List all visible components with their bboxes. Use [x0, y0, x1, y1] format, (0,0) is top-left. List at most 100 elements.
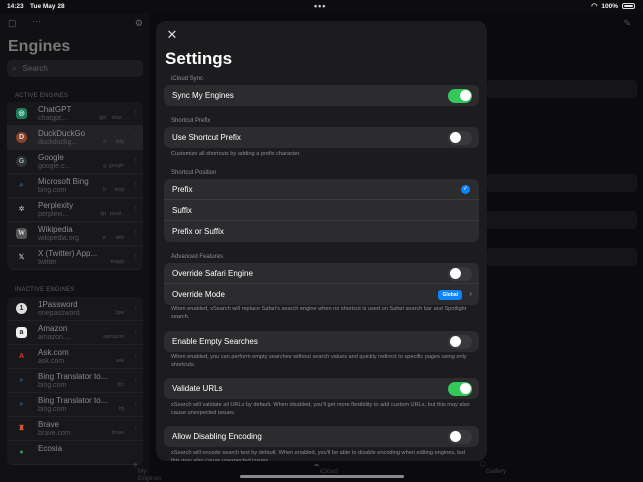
position-option-prefix[interactable]: Prefix ✓ — [164, 179, 479, 200]
wikipedia-icon: W — [16, 228, 27, 239]
more-icon[interactable]: ··· — [32, 16, 41, 26]
multitasking-dots-icon[interactable]: ••• — [314, 1, 326, 11]
empty-search-toggle[interactable] — [448, 334, 472, 349]
icloud-sync-group: Sync My Engines — [164, 85, 479, 106]
detail-row — [487, 248, 637, 266]
shortcut-prefix-group: Use Shortcut Prefix — [164, 127, 479, 148]
engine-row-ask[interactable]: A Ask.com ask.com ask › — [7, 345, 143, 369]
chevron-right-icon: › — [134, 181, 137, 188]
tab-my-engines[interactable]: ◈ My Engines — [133, 460, 162, 482]
use-shortcut-prefix-toggle[interactable] — [448, 130, 472, 145]
sync-my-engines-label: Sync My Engines — [172, 91, 234, 100]
sync-my-engines-toggle[interactable] — [448, 88, 472, 103]
engine-row-perplexity[interactable]: ✲ Perplexity perplexi... pp perpl.. › — [7, 198, 143, 222]
engine-row-brave[interactable]: ♜ Brave brave.com brave › — [7, 417, 143, 441]
override-mode-row[interactable]: Override Mode Global › — [164, 284, 479, 305]
advanced-features-header: Advanced Features — [171, 254, 224, 260]
home-indicator[interactable] — [240, 475, 404, 478]
engine-name: Ask.com — [38, 348, 69, 357]
engine-name: Amazon — [38, 324, 68, 333]
engine-url: wikipedia.org — [38, 235, 79, 242]
engine-url: bing.com — [38, 406, 67, 413]
chevron-right-icon: › — [134, 133, 137, 140]
engine-shortcut: ddg — [115, 139, 124, 145]
duckduckgo-icon: D — [16, 132, 27, 143]
page-title: Settings — [165, 49, 233, 68]
engine-shortcut: google — [108, 163, 124, 169]
engine-shortcut: bing — [114, 187, 124, 193]
engine-row-wikipedia[interactable]: W Wikipedia wikipedia.org w wiki › — [7, 222, 143, 246]
close-icon[interactable]: ✕ — [165, 28, 179, 42]
status-right: ◠ 100% — [591, 2, 635, 10]
engine-row-bing-translator-1[interactable]: ⌕ Bing Translator to... bing.com btc › — [7, 369, 143, 393]
sidebar-toggle-icon[interactable]: ▢ — [8, 18, 17, 29]
engine-shortcut: b — [103, 187, 106, 193]
translator-icon: ⌕ — [19, 377, 24, 384]
perplexity-icon: ✲ — [18, 206, 25, 213]
chevron-right-icon: › — [134, 205, 137, 212]
engine-shortcut: w — [102, 235, 106, 241]
override-safari-toggle[interactable] — [448, 266, 472, 281]
validate-urls-label: Validate URLs — [172, 384, 223, 393]
chevron-right-icon: › — [134, 328, 137, 335]
engine-name: Perplexity — [38, 201, 74, 210]
engine-row-1password[interactable]: 1 1Password onepassword 1pw › — [7, 297, 143, 321]
engine-url: ask.com — [38, 358, 65, 365]
detail-row — [487, 80, 637, 98]
engine-url: amazon.... — [38, 334, 71, 341]
validate-urls-group: Validate URLs — [164, 378, 479, 399]
position-option-suffix[interactable]: Suffix — [164, 200, 479, 221]
position-option-prefix-or-suffix[interactable]: Prefix or Suffix — [164, 221, 479, 242]
sync-my-engines-row: Sync My Engines — [164, 85, 479, 106]
status-bar: 14:23 Tue May 28 ••• ◠ 100% — [0, 0, 643, 14]
engine-url: bing.com — [38, 382, 67, 389]
engine-shortcut: perpl.. — [110, 211, 124, 217]
chevron-right-icon: › — [134, 157, 137, 164]
disable-encoding-label: Allow Disabling Encoding — [172, 432, 262, 441]
wifi-icon: ◠ — [591, 3, 598, 10]
engine-row-bing-translator-2[interactable]: ⌕ Bing Translator to... bing.com btj › — [7, 393, 143, 417]
engine-name: DuckDuckGo — [38, 129, 86, 138]
validate-urls-toggle[interactable] — [448, 381, 472, 396]
engine-row-bing[interactable]: ⌕ Microsoft Bing bing.com b bing › — [7, 174, 143, 198]
engine-row-chatgpt[interactable]: ◎ ChatGPT chatgpt... gpt char.. › — [7, 102, 143, 126]
bing-icon: ⌕ — [19, 182, 24, 189]
tab-icloud[interactable]: ☁ iCloud — [313, 460, 338, 475]
engine-row-x[interactable]: 𝕏 X (Twitter) App... twitter twapp › — [7, 246, 143, 270]
engine-shortcut: wiki — [115, 235, 124, 241]
engine-shortcut: amazon — [106, 334, 124, 340]
shortcut-position-header: Shortcut Position — [171, 170, 217, 176]
engine-name: ChatGPT — [38, 105, 72, 114]
status-time: 14:23 — [7, 3, 24, 10]
validate-urls-row: Validate URLs — [164, 378, 479, 399]
engine-url: bing.com — [38, 187, 67, 194]
chevron-right-icon: › — [134, 304, 137, 311]
validate-urls-help-text: xSearch will validate all URLs by defaul… — [171, 402, 470, 416]
empty-search-label: Enable Empty Searches — [172, 337, 258, 346]
engine-shortcut: d — [103, 139, 106, 145]
engine-url: brave.com — [38, 430, 71, 437]
empty-search-row: Enable Empty Searches — [164, 331, 479, 352]
search-placeholder: Search — [22, 64, 48, 73]
position-option-label: Suffix — [172, 206, 192, 215]
disable-encoding-toggle[interactable] — [448, 429, 472, 444]
amazon-icon: a — [16, 327, 27, 338]
battery-icon — [622, 2, 635, 10]
ask-icon: A — [18, 353, 25, 360]
battery-percent: 100% — [601, 2, 618, 10]
sidebar-title: Engines — [8, 38, 71, 55]
engine-row-amazon[interactable]: a Amazon amazon.... a amazon › — [7, 321, 143, 345]
engine-url: twitter — [38, 259, 57, 266]
engine-row-google[interactable]: G Google google.c... g google › — [7, 150, 143, 174]
checkmark-icon: ✓ — [461, 185, 470, 194]
chatgpt-icon: ◎ — [16, 108, 27, 119]
chevron-right-icon: › — [134, 424, 137, 431]
tab-gallery[interactable]: ⬡ Gallery — [480, 460, 506, 475]
shortcut-prefix-header: Shortcut Prefix — [171, 118, 211, 124]
engine-row-duckduckgo[interactable]: D DuckDuckGo duckduckg... d ddg › — [7, 126, 143, 150]
edit-icon[interactable]: ✎ — [623, 18, 631, 29]
search-input[interactable]: ⌕ Search — [7, 60, 143, 77]
settings-gear-icon[interactable]: ⚙ — [135, 18, 143, 29]
engine-shortcut: g — [103, 163, 106, 169]
chevron-right-icon: › — [134, 109, 137, 116]
